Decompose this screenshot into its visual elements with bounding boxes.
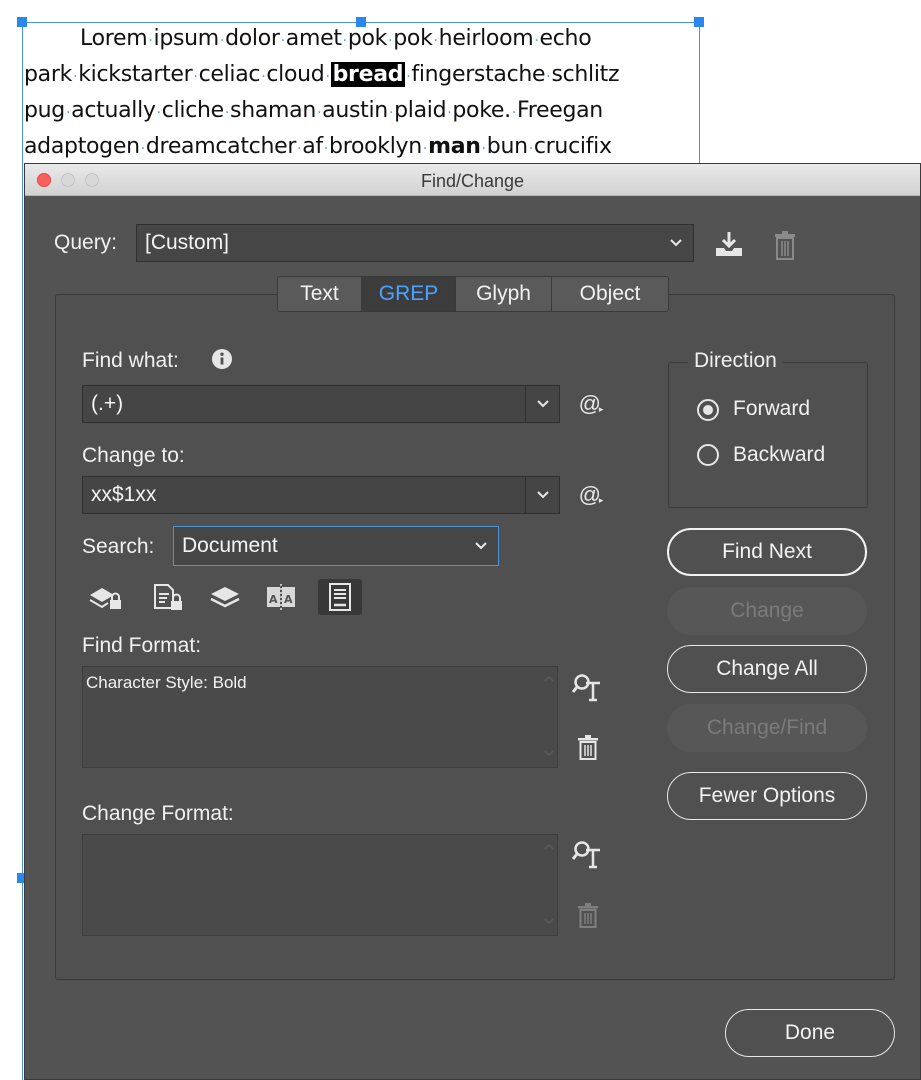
save-query-icon[interactable] (711, 228, 747, 260)
find-format-label: Find Format: (82, 634, 202, 657)
change-format-scrollbar[interactable] (541, 835, 557, 935)
word: man (428, 134, 481, 159)
search-label: Search: (82, 535, 155, 558)
done-button[interactable]: Done (725, 1009, 895, 1057)
include-hidden-layers-icon[interactable] (203, 579, 247, 615)
word: amet (285, 26, 342, 51)
special-characters-menu-icon[interactable]: @ ▸ (574, 388, 608, 420)
word: schlitz (551, 62, 620, 87)
svg-text:A: A (284, 593, 293, 606)
word: crucifix (533, 134, 612, 159)
word: adaptogen (24, 134, 140, 159)
word: austin (322, 98, 388, 123)
direction-label: Direction (688, 349, 783, 373)
word: dolor (225, 26, 280, 51)
chevron-down-icon (464, 527, 498, 565)
word: Freegan (516, 98, 603, 123)
text-line: park·kickstarter·celiac·cloud· bread ·fing… (24, 58, 700, 94)
specify-find-format-icon[interactable] (570, 669, 606, 705)
search-value: Document (182, 534, 278, 557)
find-next-button[interactable]: Find Next (667, 528, 867, 576)
word: actually (71, 98, 156, 123)
word: heirloom (438, 26, 534, 51)
forward-label[interactable]: Forward (733, 397, 810, 421)
word: ipsum (153, 26, 220, 51)
word: cloud (266, 62, 325, 87)
fewer-options-button[interactable]: Fewer Options (667, 772, 867, 820)
info-icon[interactable] (211, 347, 233, 371)
tab-object[interactable]: Object (552, 277, 668, 311)
find-change-dialog: Find/Change Query: [Custom] Text GREP Gl… (24, 163, 921, 1080)
search-select[interactable]: Document (173, 526, 499, 566)
change-to-dropdown[interactable] (525, 477, 559, 513)
word: dreamcatcher (145, 134, 297, 159)
change-to-value: xx$1xx (91, 483, 157, 506)
clear-change-format-icon (570, 897, 606, 933)
word: kickstarter (78, 62, 193, 87)
find-format-box[interactable]: Character Style: Bold (82, 666, 558, 768)
word: celiac (198, 62, 261, 87)
change-format-label: Change Format: (82, 802, 234, 825)
title-bar[interactable]: Find/Change (25, 164, 920, 196)
word: Lorem (80, 26, 148, 51)
backward-radio[interactable] (697, 444, 719, 466)
query-label: Query: (54, 231, 118, 254)
word: park (24, 62, 73, 87)
backward-label[interactable]: Backward (733, 443, 825, 467)
clear-find-format-icon[interactable] (570, 729, 606, 765)
tab-grep[interactable]: GREP (362, 277, 456, 311)
text-line: adaptogen·dreamcatcher·af·brooklyn·man·b… (24, 130, 700, 166)
word: pug (24, 98, 65, 123)
find-format-scrollbar[interactable] (541, 667, 557, 767)
svg-text:A: A (269, 593, 278, 606)
word: poke. (452, 98, 511, 123)
window-title: Find/Change (420, 171, 525, 191)
special-characters-menu-icon[interactable]: @ ▸ (574, 479, 608, 511)
word: echo (539, 26, 592, 51)
space-marker: · (325, 69, 330, 85)
tab-glyph[interactable]: Glyph (456, 277, 552, 311)
word: shaman (230, 98, 316, 123)
include-footnotes-icon[interactable] (318, 579, 362, 615)
word: cliche (161, 98, 224, 123)
word: pok (347, 26, 388, 51)
direction-group (668, 362, 868, 508)
find-what-input[interactable]: (.+) (82, 385, 560, 423)
tab-text[interactable]: Text (278, 277, 362, 311)
change-to-label: Change to: (82, 444, 185, 467)
change-format-box[interactable] (82, 834, 558, 936)
find-what-dropdown[interactable] (525, 386, 559, 422)
specify-change-format-icon[interactable] (570, 836, 606, 872)
query-value: [Custom] (145, 231, 230, 254)
find-what-label: Find what: (82, 349, 179, 372)
word: pok (393, 26, 433, 51)
word: brooklyn (329, 134, 422, 159)
include-master-pages-icon[interactable]: AA (259, 579, 303, 615)
forward-radio[interactable] (697, 399, 719, 421)
find-format-value: Character Style: Bold (86, 673, 247, 692)
text-line: Lorem·ipsum·dolor·amet·pok·pok·heirloom·… (24, 22, 700, 58)
chevron-down-icon (659, 225, 693, 261)
document-text[interactable]: Lorem·ipsum·dolor·amet·pok·pok·heirloom·… (24, 22, 700, 166)
word: af (302, 134, 323, 159)
delete-query-icon (770, 228, 800, 262)
tab-bar: Text GREP Glyph Object (277, 276, 669, 312)
query-select[interactable]: [Custom] (136, 224, 694, 262)
change-button[interactable]: Change (667, 587, 867, 635)
change-all-button[interactable]: Change All (667, 645, 867, 693)
include-locked-layers-icon[interactable] (84, 579, 128, 615)
word: bread (330, 62, 406, 87)
word: bun (486, 134, 528, 159)
word: plaid (394, 98, 447, 123)
find-what-value: (.+) (91, 392, 124, 415)
text-line: pug·actually·cliche·shaman·austin·plaid·… (24, 94, 700, 130)
change-find-button[interactable]: Change/Find (667, 704, 867, 752)
word: fingerstache (411, 62, 546, 87)
change-to-input[interactable]: xx$1xx (82, 476, 560, 514)
include-locked-stories-icon[interactable] (146, 579, 190, 615)
